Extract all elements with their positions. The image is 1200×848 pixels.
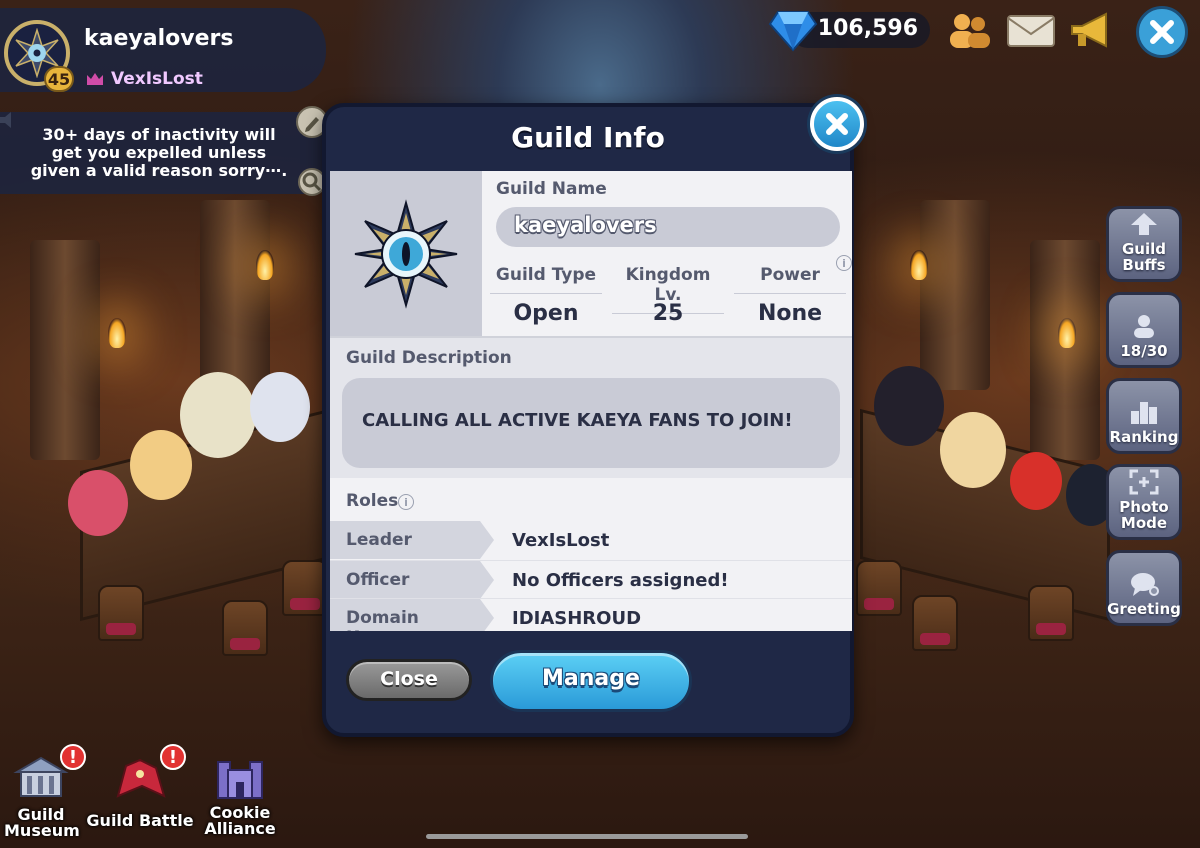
- alert-badge: !: [60, 744, 86, 770]
- chair: [222, 600, 268, 656]
- torch-flame: [256, 250, 274, 280]
- torch-flame: [1058, 318, 1076, 348]
- close-icon: [826, 113, 848, 135]
- home-indicator[interactable]: [426, 834, 748, 839]
- exit-button[interactable]: [1136, 6, 1188, 58]
- role-name: Leader: [330, 521, 494, 559]
- castle-icon: [217, 761, 263, 799]
- members-button[interactable]: 18/30: [1106, 292, 1182, 368]
- guild-type-value: Open: [513, 301, 579, 326]
- role-holder: IDIASHROUD: [512, 608, 642, 629]
- guild-buffs-icon: [1131, 213, 1157, 235]
- manage-button[interactable]: Manage: [490, 650, 692, 712]
- chair: [98, 585, 144, 641]
- guild-buffs-label: Guild Buffs: [1121, 240, 1166, 274]
- cookie-character: [940, 412, 1006, 488]
- photo-mode-label: Photo Mode: [1119, 498, 1169, 532]
- member-count-icon: [1134, 315, 1154, 338]
- guild-emblem-panel: [330, 171, 482, 336]
- torch-flame: [910, 250, 928, 280]
- kingdom-level-value: 25: [652, 301, 684, 326]
- hall-pillar: [30, 240, 100, 460]
- guild-header-leader: VexIsLost: [111, 69, 203, 89]
- dialog-close-button[interactable]: [810, 97, 864, 151]
- guild-emblem-icon: [354, 198, 458, 309]
- guild-description-text: CALLING ALL ACTIVE KAEYA FANS TO JOIN!: [342, 378, 840, 468]
- ranking-button[interactable]: Ranking: [1106, 378, 1182, 454]
- greeting-label: Greeting: [1107, 600, 1181, 618]
- hall-pillar: [1030, 240, 1100, 460]
- greeting-button[interactable]: Greeting: [1106, 550, 1182, 626]
- role-holder: No Officers assigned!: [512, 570, 729, 591]
- guild-info-dialog: Guild Info Guild Name kaeyalovers i Guil…: [322, 97, 864, 737]
- cookie-alliance-button[interactable]: Cookie Alliance: [200, 752, 280, 837]
- guild-header[interactable]: 45 kaeyalovers VexIsLost: [0, 8, 326, 92]
- torch-flame: [108, 318, 126, 348]
- guild-battle-label: Guild Battle: [86, 811, 194, 830]
- cookie-character: [180, 372, 256, 458]
- guild-description-label: Guild Description: [346, 348, 512, 368]
- role-holder: VexIsLost: [512, 530, 610, 551]
- power-label: Power: [734, 265, 846, 294]
- cookie-character: [130, 430, 192, 500]
- photo-mode-button[interactable]: Photo Mode: [1106, 464, 1182, 540]
- role-row-officer: Officer No Officers assigned!: [330, 560, 852, 599]
- guild-museum-label: Guild Museum: [4, 805, 80, 840]
- chair: [856, 560, 902, 616]
- guild-notice: 30+ days of inactivity will get you expe…: [0, 112, 324, 194]
- crown-icon: [87, 73, 103, 85]
- role-name: Officer: [330, 561, 494, 599]
- dialog-title: Guild Info: [511, 121, 665, 154]
- close-icon: [1150, 20, 1174, 44]
- hall-pillar: [200, 200, 270, 390]
- mail-icon[interactable]: [1004, 10, 1058, 50]
- hall-pillar: [920, 200, 990, 390]
- guild-level-badge: 45: [44, 66, 74, 92]
- megaphone-icon[interactable]: [1066, 10, 1120, 50]
- info-icon[interactable]: i: [398, 494, 414, 510]
- guild-name-label: Guild Name: [496, 179, 607, 199]
- guild-buffs-button[interactable]: Guild Buffs: [1106, 206, 1182, 282]
- close-button[interactable]: Close: [346, 659, 472, 701]
- guild-description-section: Guild Description CALLING ALL ACTIVE KAE…: [330, 336, 852, 478]
- cookie-character: [874, 366, 944, 446]
- cookie-character: [1010, 452, 1062, 510]
- cookie-character: [250, 372, 310, 442]
- role-row-domain-keeper: Domain Keeper IDIASHROUD: [330, 598, 852, 631]
- crystal-gem-icon: [768, 11, 818, 52]
- dialog-body: Guild Name kaeyalovers i Guild Type King…: [330, 171, 852, 631]
- chair: [1028, 585, 1074, 641]
- guild-header-name: kaeyalovers: [84, 26, 234, 51]
- ranking-icon: [1131, 402, 1157, 424]
- ranking-label: Ranking: [1109, 428, 1179, 446]
- power-value: None: [757, 301, 823, 326]
- cookie-character: [68, 470, 128, 536]
- role-name: Domain Keeper: [330, 599, 494, 631]
- chair: [912, 595, 958, 651]
- friends-icon[interactable]: [942, 10, 996, 50]
- greeting-icon: [1131, 573, 1159, 596]
- guild-name-field: kaeyalovers: [496, 207, 840, 247]
- roles-label: Roles: [346, 491, 399, 511]
- role-row-leader: Leader VexIsLost: [330, 521, 852, 559]
- alert-badge: !: [160, 744, 186, 770]
- cookie-alliance-label: Cookie Alliance: [204, 803, 276, 838]
- member-count-label: 18/30: [1120, 342, 1168, 360]
- guild-type-label: Guild Type: [490, 265, 602, 294]
- photo-mode-icon: [1129, 469, 1159, 495]
